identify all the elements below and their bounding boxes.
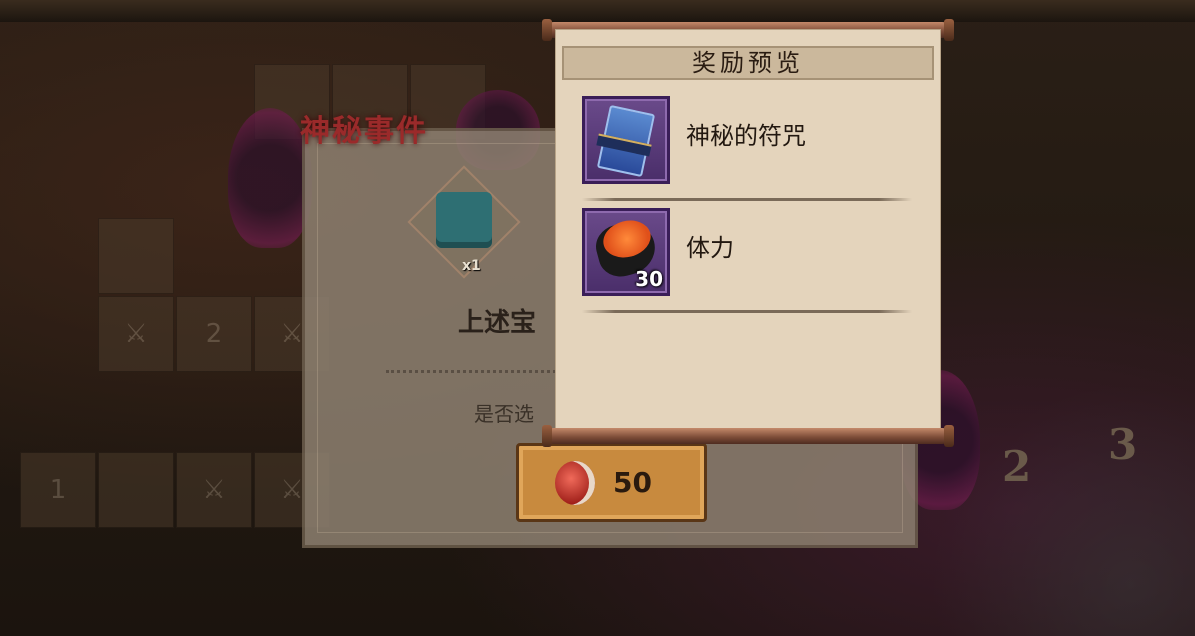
reward-preview-scroll: 奖励预览 神秘的符咒 30 体力 [556,30,940,432]
board-corner-number: 3 [1108,420,1138,469]
board-tile-number[interactable]: 2 [176,296,252,372]
treasure-tile[interactable] [98,218,174,294]
event-question: 是否选 [474,402,534,426]
scroll-bottom-rod [542,425,954,447]
board-corner-number: 2 [1002,442,1032,491]
bag-tile[interactable] [98,452,174,528]
reward-item: 神秘的符咒 [582,92,912,202]
reward-item-name: 体力 [686,234,734,262]
battle-tile[interactable]: ⚔ [98,296,174,372]
reward-item-name: 神秘的符咒 [686,122,806,150]
cost-value: 50 [613,466,652,499]
reward-item-count: 30 [635,267,663,291]
reward-divider [582,310,912,313]
gift-count: x1 [462,258,481,274]
sushi-icon[interactable]: 30 [582,208,670,296]
reward-divider [582,198,912,201]
gift-box-icon[interactable] [436,192,492,248]
event-dialog-title: 神秘事件 [300,114,428,149]
magatama-icon [555,460,595,505]
battle-tile[interactable]: ⚔ [176,452,252,528]
event-message: 上述宝 [458,308,537,338]
board-tile-number[interactable]: 1 [20,452,96,528]
reward-preview-title: 奖励预览 [562,46,934,80]
talisman-icon[interactable] [582,96,670,184]
top-bar [0,0,1195,22]
pay-cost-button[interactable]: 50 [516,443,707,522]
reward-item: 30 体力 [582,204,912,314]
